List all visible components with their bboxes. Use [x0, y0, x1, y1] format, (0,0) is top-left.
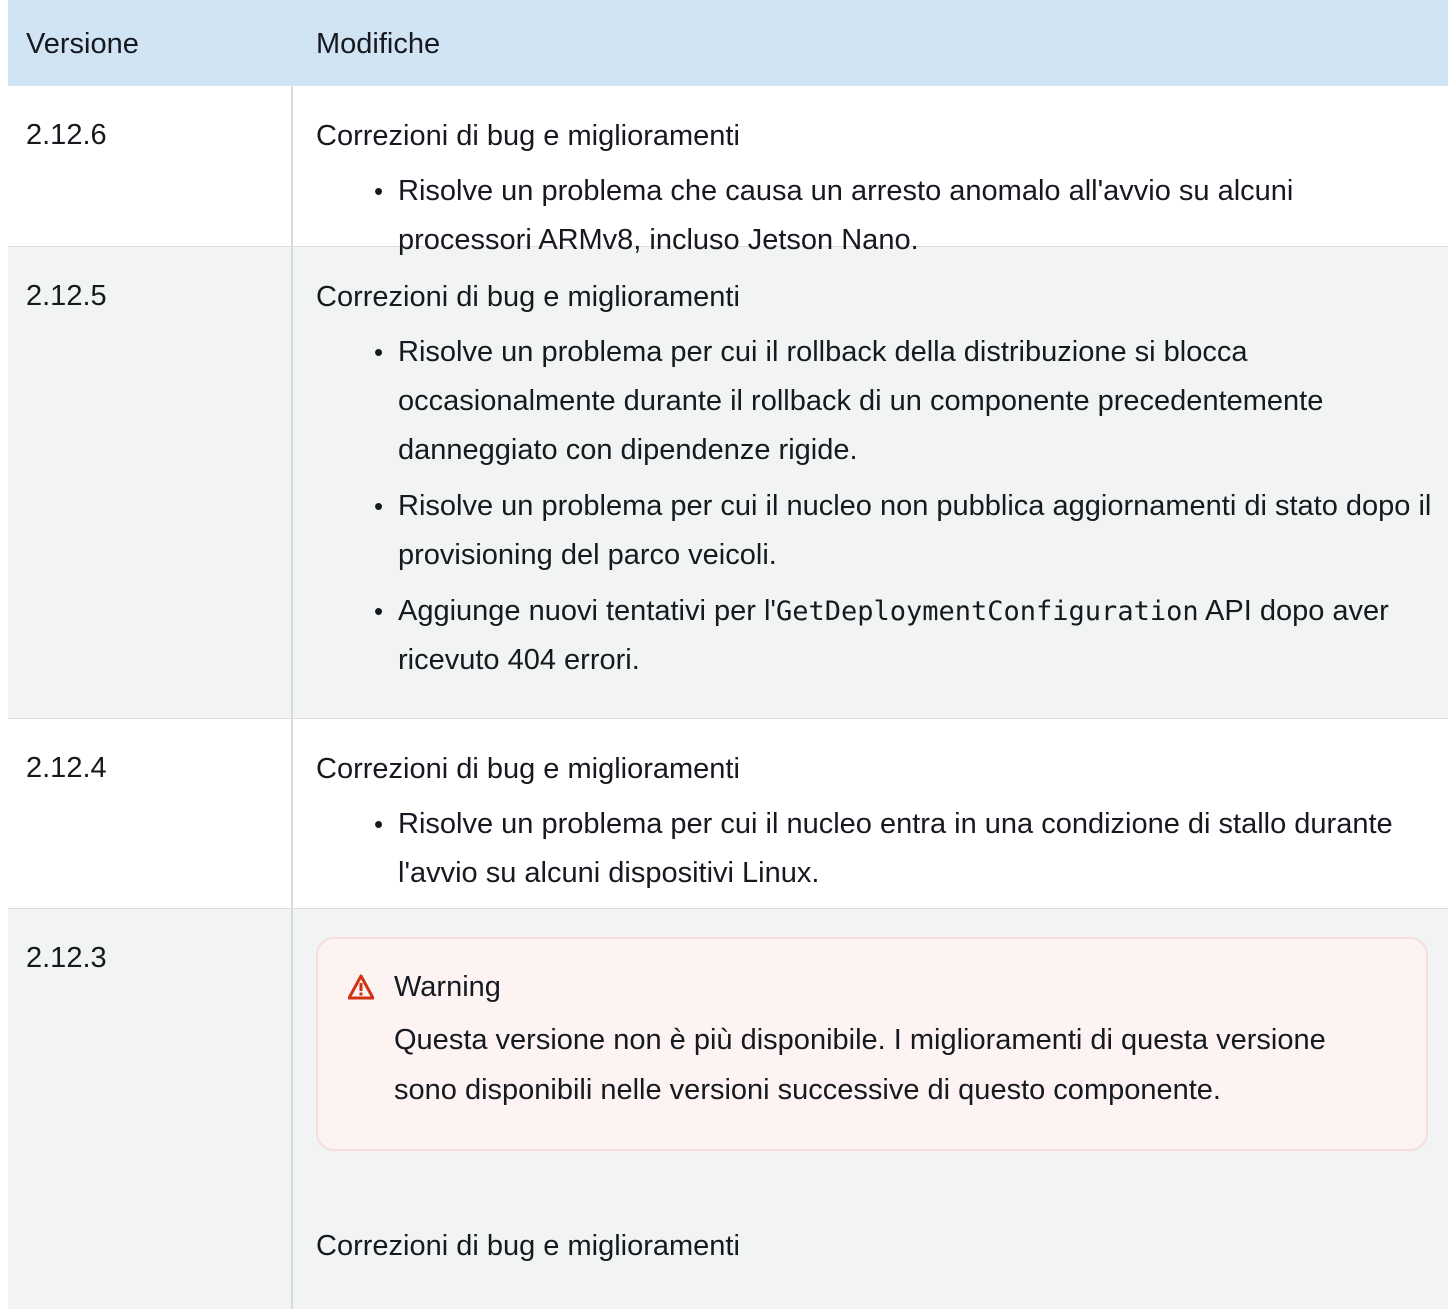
change-item: Risolve un problema che causa un arresto…: [374, 167, 1432, 265]
version-cell: 2.12.3: [8, 909, 293, 1309]
change-list: Risolve un problema per cui il nucleo en…: [316, 800, 1432, 898]
version-cell: 2.12.5: [8, 247, 293, 718]
version-cell: 2.12.6: [8, 86, 293, 246]
table-header-row: Versione Modifiche: [8, 0, 1448, 86]
table-row: 2.12.4 Correzioni di bug e miglioramenti…: [8, 719, 1448, 909]
warning-alert: Warning Questa versione non è più dispon…: [316, 937, 1428, 1151]
changes-cell: Correzioni di bug e miglioramenti Risolv…: [293, 247, 1448, 718]
warning-message: Questa versione non è più disponibile. I…: [394, 1024, 1326, 1106]
changes-intro: Correzioni di bug e miglioramenti: [316, 1230, 740, 1262]
changes-cell: Correzioni di bug e miglioramenti Risolv…: [293, 86, 1448, 256]
changes-intro: Correzioni di bug e miglioramenti: [316, 120, 740, 152]
change-item: Aggiunge nuovi tentativi per l'GetDeploy…: [374, 587, 1432, 685]
table-row: 2.12.6 Correzioni di bug e miglioramenti…: [8, 86, 1448, 256]
version-cell: 2.12.4: [8, 719, 293, 908]
warning-header: Warning: [348, 969, 1396, 1005]
changes-intro: Correzioni di bug e miglioramenti: [316, 753, 740, 785]
change-list: Risolve un problema che causa un arresto…: [316, 167, 1432, 265]
warning-triangle-icon: [348, 974, 374, 1000]
change-item: Risolve un problema per cui il nucleo no…: [374, 482, 1432, 580]
table-row: 2.12.3 Warning Questa versione non è più…: [8, 909, 1448, 1309]
change-list: Risolve un problema per cui il rollback …: [316, 328, 1432, 685]
change-item-text: Aggiunge nuovi tentativi per l': [398, 595, 776, 627]
header-changes: Modifiche: [316, 27, 441, 60]
changes-cell: Warning Questa versione non è più dispon…: [293, 909, 1448, 1309]
changes-intro: Correzioni di bug e miglioramenti: [316, 281, 740, 313]
change-item: Risolve un problema per cui il nucleo en…: [374, 800, 1432, 898]
release-notes-table: Versione Modifiche 2.12.6 Correzioni di …: [8, 0, 1448, 1309]
changes-cell: Correzioni di bug e miglioramenti Risolv…: [293, 719, 1448, 908]
warning-title: Warning: [394, 971, 501, 1003]
change-item: Risolve un problema per cui il rollback …: [374, 328, 1432, 475]
table-row: 2.12.5 Correzioni di bug e miglioramenti…: [8, 247, 1448, 719]
header-version: Versione: [26, 27, 139, 60]
api-code: GetDeploymentConfiguration: [775, 596, 1199, 627]
